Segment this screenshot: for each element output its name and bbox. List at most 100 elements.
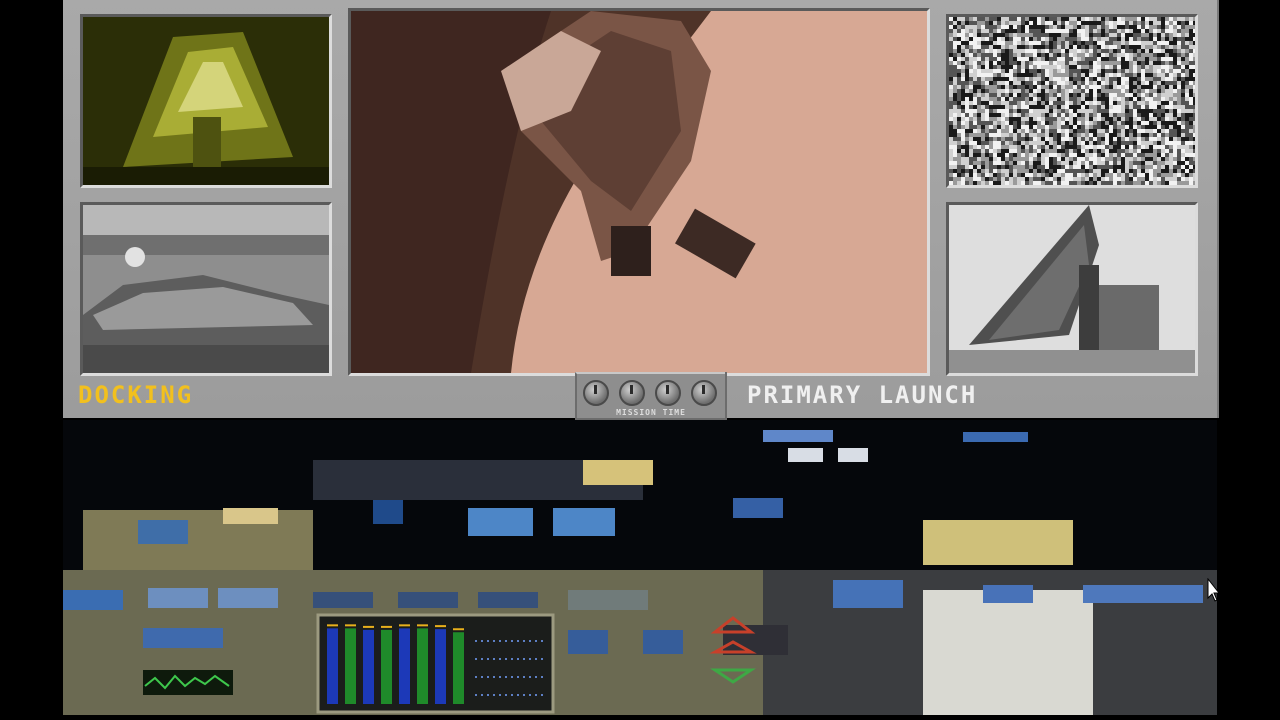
ship-feed-image [83, 205, 329, 373]
level-meter-grid-dot [535, 640, 537, 642]
console-screen [313, 592, 373, 608]
level-meter-grid-dot [481, 640, 483, 642]
level-meter-bar [453, 632, 464, 704]
monitor-panel: DOCKING MISSION TIME PRIMARY LAUNCH [63, 0, 1219, 420]
antenna-feed-image [949, 205, 1195, 373]
level-meter-bar [435, 629, 446, 704]
level-meter-grid-dot [517, 676, 519, 678]
monitor-top-left[interactable] [80, 14, 332, 188]
level-meter-grid-dot [517, 640, 519, 642]
console-desk [83, 510, 313, 570]
console-screen [223, 508, 278, 524]
level-meter-grid-dot [475, 640, 477, 642]
monitor-bottom-right[interactable] [946, 202, 1198, 376]
console-screen [63, 590, 123, 610]
level-meter-grid-dot [535, 676, 537, 678]
level-meter-grid-dot [487, 640, 489, 642]
console-screen [833, 580, 903, 608]
level-meter-peak [417, 624, 428, 627]
level-meter-peak [363, 625, 374, 628]
level-meter-bar [345, 628, 356, 704]
level-meter-grid-dot [523, 658, 525, 660]
control-room-console [63, 420, 1217, 715]
console-screen [568, 630, 608, 654]
primary-launch-caption: PRIMARY LAUNCH [747, 381, 978, 409]
level-meter-grid-dot [535, 694, 537, 696]
level-meter-peak [399, 624, 410, 627]
console-desk [923, 590, 1093, 715]
level-meter-grid-dot [523, 676, 525, 678]
level-meter-peak [327, 624, 338, 627]
level-meter-grid-dot [487, 658, 489, 660]
mouse-pointer-icon [1207, 578, 1219, 602]
console-screen [1083, 585, 1203, 603]
level-meter-bar [399, 628, 410, 704]
dial-icon[interactable] [691, 380, 717, 406]
level-meter-grid-dot [517, 658, 519, 660]
dial-icon[interactable] [655, 380, 681, 406]
console-screen [218, 588, 278, 608]
main-video-feed [351, 11, 927, 373]
console-screen [983, 585, 1033, 603]
console-screen [568, 590, 648, 610]
level-meter-grid-dot [487, 694, 489, 696]
console-screen [373, 500, 403, 524]
static-noise-feed [949, 17, 1195, 185]
caption-divider [725, 372, 727, 416]
control-room-image [63, 420, 1217, 715]
monitor-main[interactable] [348, 8, 930, 376]
level-meter-bar [417, 628, 428, 704]
level-meter-grid-dot [475, 658, 477, 660]
console-screen [963, 432, 1028, 442]
level-meter-grid-dot [523, 640, 525, 642]
level-meter-grid-dot [481, 676, 483, 678]
level-meter-peak [453, 628, 464, 631]
monitor-top-right[interactable] [946, 14, 1198, 188]
level-meter-grid-dot [511, 676, 513, 678]
mission-time-label: MISSION TIME [616, 408, 686, 417]
dial-icon[interactable] [583, 380, 609, 406]
level-meter-grid-dot [487, 676, 489, 678]
level-meter-grid-dot [505, 694, 507, 696]
level-meter-grid-dot [499, 658, 501, 660]
console-screen [643, 630, 683, 654]
console-screen [398, 592, 458, 608]
level-meter-grid-dot [529, 694, 531, 696]
level-meter-grid-dot [523, 694, 525, 696]
level-meter-grid-dot [475, 676, 477, 678]
level-meter-grid-dot [481, 658, 483, 660]
level-meter-grid-dot [493, 640, 495, 642]
level-meter-grid-dot [475, 694, 477, 696]
monitor-bottom-left[interactable] [80, 202, 332, 376]
level-meter-grid-dot [493, 676, 495, 678]
console-screen [143, 628, 223, 648]
level-meter-grid-dot [541, 658, 543, 660]
level-meter-grid-dot [499, 676, 501, 678]
level-meter-peak [381, 625, 392, 628]
console-screen [468, 508, 533, 536]
level-meter-peak [435, 625, 446, 628]
docking-feed-image [83, 17, 329, 185]
mission-time-strip: MISSION TIME [575, 372, 727, 420]
console-screen [788, 448, 823, 462]
console-screen [763, 430, 833, 442]
console-screen [148, 588, 208, 608]
console-screen [838, 448, 868, 462]
console-desk [583, 460, 653, 485]
level-meter-grid-dot [529, 658, 531, 660]
level-meter-grid-dot [517, 694, 519, 696]
level-meter-grid-dot [529, 676, 531, 678]
level-meter-grid-dot [529, 640, 531, 642]
level-meter-grid-dot [511, 640, 513, 642]
level-meter-peak [345, 624, 356, 627]
dial-icon[interactable] [619, 380, 645, 406]
level-meter-grid-dot [499, 640, 501, 642]
level-meter-grid-dot [541, 676, 543, 678]
level-meter-grid-dot [481, 694, 483, 696]
console-screen [553, 508, 615, 536]
level-meter-grid-dot [505, 640, 507, 642]
level-meter-grid-dot [541, 694, 543, 696]
level-meter-grid-dot [493, 694, 495, 696]
level-meter-grid-dot [505, 676, 507, 678]
level-meter-bar [381, 629, 392, 704]
